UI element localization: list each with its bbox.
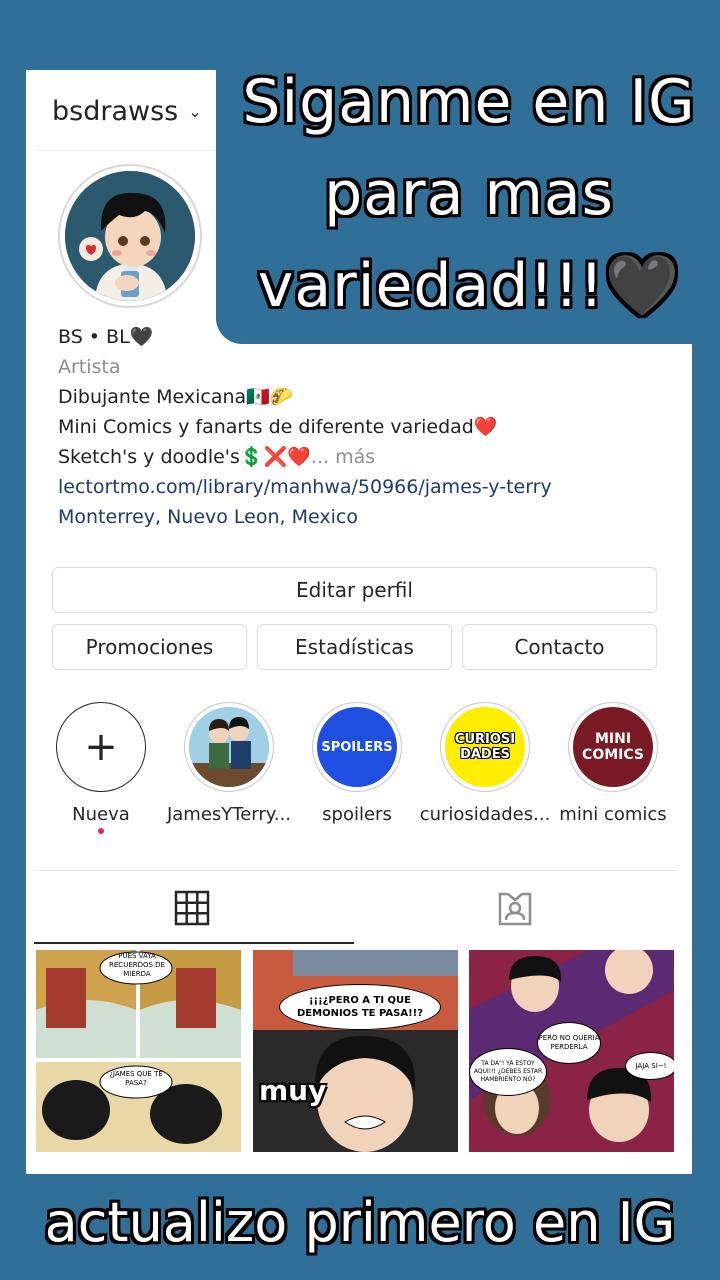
highlight-label: JamesYTerry... xyxy=(166,804,292,825)
avatar-image xyxy=(65,171,195,301)
highlight-curiosidades[interactable]: CURIOSI DADES curiosidades... xyxy=(420,702,550,825)
highlight-new[interactable]: + Nueva xyxy=(52,702,150,834)
speech-bubble: ¡¡¡¿PERO A TI QUE DEMONIOS TE PASA!!? xyxy=(279,984,441,1030)
edit-profile-button[interactable]: Editar perfil xyxy=(52,567,657,613)
avatar[interactable] xyxy=(58,164,202,308)
plus-icon: + xyxy=(84,724,118,770)
profile-bio: BS • BL🖤 Artista Dibujante Mexicana🇲🇽🌮 M… xyxy=(58,322,552,532)
contact-button[interactable]: Contacto xyxy=(462,624,657,670)
profile-name: BS • BL🖤 xyxy=(58,326,154,348)
bio-line: Sketch's y doodle's💲❌❤️ xyxy=(58,446,311,468)
username-label: bsdrawss xyxy=(52,96,179,127)
speech-bubble: PUES VAYA RECUERDOS DE MIERDA xyxy=(109,952,165,978)
speech-bubble: JAJA SI~! xyxy=(625,1052,674,1080)
highlight-cover-curiosidades: CURIOSI DADES xyxy=(445,707,525,787)
headline-caption: Siganme en IG para mas variedad!!!🖤 xyxy=(242,67,696,321)
more-link[interactable]: ... más xyxy=(311,446,375,468)
speech-bubble: TA DA"! YA ESTOY AQUI!!! ¿DEBES ESTAR HA… xyxy=(469,1048,547,1096)
active-tab-indicator xyxy=(34,942,354,944)
statistics-button[interactable]: Estadísticas xyxy=(257,624,452,670)
post-thumbnail[interactable]: ¡¡¡¿PERO A TI QUE DEMONIOS TE PASA!!? mu… xyxy=(253,950,458,1152)
highlight-jamesyterry[interactable]: JamesYTerry... xyxy=(167,702,291,825)
tabs-divider xyxy=(34,870,676,871)
header-divider xyxy=(36,150,216,151)
highlight-mini-comics[interactable]: MINI COMICS mini comics xyxy=(559,702,667,825)
bottom-caption: actualizo primero en IG xyxy=(44,1191,676,1254)
highlight-label: curiosidades... xyxy=(419,804,551,825)
username-switcher[interactable]: bsdrawss ⌄ xyxy=(52,96,202,127)
tagged-icon[interactable] xyxy=(496,890,534,932)
grid-icon[interactable] xyxy=(174,890,210,930)
highlight-cover-spoilers: SPOILERS xyxy=(317,707,397,787)
profile-website-link[interactable]: lectortmo.com/library/manhwa/50966/james… xyxy=(58,472,552,502)
chevron-down-icon: ⌄ xyxy=(188,102,202,121)
post-thumbnail[interactable]: PUES VAYA RECUERDOS DE MIERDA ¿JAMES QUE… xyxy=(36,950,241,1152)
highlight-cover-mini-comics: MINI COMICS xyxy=(573,707,653,787)
highlight-label: Nueva xyxy=(72,804,130,825)
profile-category: Artista xyxy=(58,356,121,378)
promotions-button[interactable]: Promociones xyxy=(52,624,247,670)
highlight-cover-image xyxy=(189,707,269,787)
bio-line-with-more: Sketch's y doodle's💲❌❤️... más xyxy=(58,442,552,472)
profile-location-link[interactable]: Monterrey, Nuevo Leon, Mexico xyxy=(58,502,552,532)
bio-line: Mini Comics y fanarts de diferente varie… xyxy=(58,416,498,438)
highlight-spoilers[interactable]: SPOILERS spoilers xyxy=(308,702,406,825)
highlight-label: spoilers xyxy=(322,804,392,825)
post-thumbnail[interactable]: PERO NO QUERIA PERDERLA TA DA"! YA ESTOY… xyxy=(469,950,674,1152)
new-dot-indicator xyxy=(98,828,104,834)
speech-bubble: PERO NO QUERIA PERDERLA xyxy=(537,1022,601,1064)
bio-line: Dibujante Mexicana🇲🇽🌮 xyxy=(58,386,294,408)
sound-effect-text: muy xyxy=(259,1074,327,1107)
highlight-label: mini comics xyxy=(559,804,667,825)
speech-bubble: ¿JAMES QUE TE PASA? xyxy=(109,1070,163,1087)
